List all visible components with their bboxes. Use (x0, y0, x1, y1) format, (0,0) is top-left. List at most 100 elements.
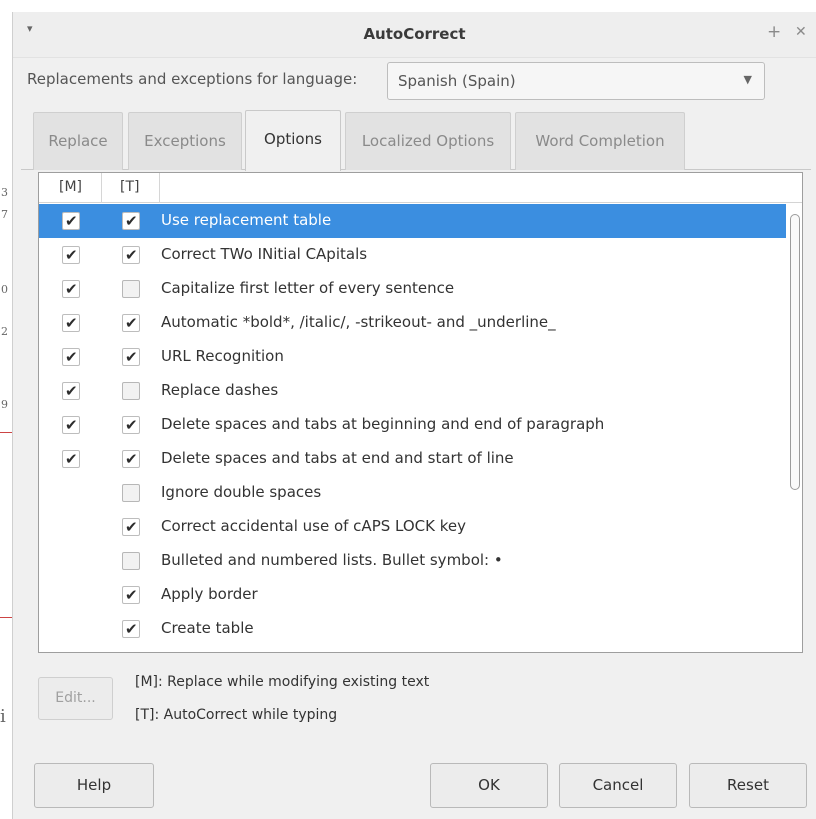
checkmark-icon: ✔ (125, 348, 138, 366)
language-select[interactable]: Spanish (Spain) ▼ (387, 62, 765, 100)
tab-localized-options[interactable]: Localized Options (345, 112, 511, 170)
background-mark: 2 (1, 325, 8, 338)
list-item[interactable]: Ignore double spaces (39, 476, 786, 510)
checkbox-m[interactable]: ✔ (62, 382, 80, 400)
checkbox-m[interactable]: ✔ (62, 212, 80, 230)
legend-t: [T]: AutoCorrect while typing (135, 707, 338, 723)
list-item-label: Delete spaces and tabs at beginning and … (161, 415, 605, 433)
list-item[interactable]: ✔ ✔ Delete spaces and tabs at beginning an… (39, 408, 786, 442)
column-header-m[interactable]: [M] (59, 179, 82, 195)
tab-word-completion[interactable]: Word Completion (515, 112, 685, 170)
checkmark-icon: ✔ (65, 212, 78, 230)
title-bar: ▾ AutoCorrect + ✕ (13, 12, 816, 58)
checkmark-icon: ✔ (65, 416, 78, 434)
list-header: [M] [T] (39, 173, 802, 203)
checkmark-icon: ✔ (125, 586, 138, 604)
checkbox-t[interactable]: ✔ (122, 314, 140, 332)
column-divider (101, 173, 102, 203)
list-item-label: Replace dashes (161, 381, 279, 399)
tab-exceptions[interactable]: Exceptions (128, 112, 242, 170)
checkmark-icon: ✔ (65, 314, 78, 332)
list-item-label: Capitalize first letter of every sentenc… (161, 279, 455, 297)
list-item-label: Ignore double spaces (161, 483, 322, 501)
legend-m: [M]: Replace while modifying existing te… (135, 674, 430, 690)
list-item[interactable]: ✔ ✔ Use replacement table (39, 204, 786, 238)
column-divider (159, 173, 160, 203)
list-item-label: Create table (161, 619, 254, 637)
checkbox-m[interactable]: ✔ (62, 314, 80, 332)
reset-button[interactable]: Reset (689, 763, 807, 808)
checkmark-icon: ✔ (125, 314, 138, 332)
checkbox-t[interactable]: ✔ (122, 348, 140, 366)
list-item-label: Bulleted and numbered lists. Bullet symb… (161, 551, 503, 569)
dropdown-arrow-icon: ▼ (743, 73, 752, 86)
checkbox-t[interactable]: ✔ (122, 620, 140, 638)
cancel-button[interactable]: Cancel (559, 763, 677, 808)
tab-replace[interactable]: Replace (33, 112, 123, 170)
checkmark-icon: ✔ (65, 382, 78, 400)
background-line (0, 617, 12, 618)
checkbox-t[interactable]: ✔ (122, 246, 140, 264)
checkbox-m[interactable]: ✔ (62, 416, 80, 434)
list-item-label: Correct TWo INitial CApitals (161, 245, 368, 263)
checkmark-icon: ✔ (65, 450, 78, 468)
list-item[interactable]: ✔ Capitalize first letter of every senten… (39, 272, 786, 306)
list-item-label: Use replacement table (161, 211, 332, 229)
list-item[interactable]: ✔ Apply border (39, 578, 786, 612)
list-item[interactable]: ✔ ✔ Automatic *bold*, /italic/, -strikeout… (39, 306, 786, 340)
list-item[interactable]: ✔ ✔ Correct TWo INitial CApitals (39, 238, 786, 272)
scrollbar-thumb[interactable] (790, 214, 800, 490)
checkmark-icon: ✔ (125, 212, 138, 230)
help-button[interactable]: Help (34, 763, 154, 808)
checkbox-t[interactable] (122, 552, 140, 570)
checkmark-icon: ✔ (65, 246, 78, 264)
checkmark-icon: ✔ (125, 518, 138, 536)
checkbox-t[interactable]: ✔ (122, 212, 140, 230)
checkbox-m[interactable]: ✔ (62, 280, 80, 298)
language-label: Replacements and exceptions for language… (27, 70, 358, 88)
checkbox-t[interactable] (122, 382, 140, 400)
checkmark-icon: ✔ (125, 450, 138, 468)
ok-button[interactable]: OK (430, 763, 548, 808)
checkbox-t[interactable] (122, 484, 140, 502)
vertical-scrollbar[interactable] (787, 204, 802, 652)
list-item[interactable]: ✔ Correct accidental use of cAPS LOCK key (39, 510, 786, 544)
close-icon[interactable]: ✕ (795, 24, 807, 40)
checkmark-icon: ✔ (65, 348, 78, 366)
background-mark: 3 (1, 186, 8, 199)
background-mark: 7 (1, 208, 8, 221)
checkbox-t[interactable]: ✔ (122, 450, 140, 468)
background-mark: i (0, 706, 6, 727)
list-item-label: URL Recognition (161, 347, 284, 365)
list-item[interactable]: ✔ ✔ Delete spaces and tabs at end and star… (39, 442, 786, 476)
language-selected-value: Spanish (Spain) (398, 72, 516, 90)
background-line (0, 432, 12, 433)
checkbox-t[interactable] (122, 280, 140, 298)
checkmark-icon: ✔ (125, 246, 138, 264)
checkbox-t[interactable]: ✔ (122, 416, 140, 434)
background-document: 3 7 0 2 9 i (0, 0, 12, 819)
list-item[interactable]: ✔ Replace dashes (39, 374, 786, 408)
list-item-label: Apply border (161, 585, 258, 603)
list-item[interactable]: ✔ ✔ URL Recognition (39, 340, 786, 374)
checkbox-m[interactable]: ✔ (62, 450, 80, 468)
checkbox-t[interactable]: ✔ (122, 586, 140, 604)
edit-button[interactable]: Edit... (38, 677, 113, 720)
list-item[interactable]: ✔ Create table (39, 612, 786, 646)
checkmark-icon: ✔ (125, 620, 138, 638)
autocorrect-dialog: ▾ AutoCorrect + ✕ Replacements and excep… (12, 12, 816, 819)
background-mark: 9 (1, 398, 8, 411)
checkmark-icon: ✔ (125, 416, 138, 434)
column-header-t[interactable]: [T] (120, 179, 139, 195)
list-item-label: Automatic *bold*, /italic/, -strikeout- … (161, 313, 556, 331)
checkbox-m[interactable]: ✔ (62, 246, 80, 264)
tab-options[interactable]: Options (245, 110, 341, 171)
pin-icon[interactable]: + (767, 22, 781, 42)
list-item[interactable]: Bulleted and numbered lists. Bullet symb… (39, 544, 786, 578)
list-item-label: Delete spaces and tabs at end and start … (161, 449, 514, 467)
checkbox-m[interactable]: ✔ (62, 348, 80, 366)
dialog-title: AutoCorrect (363, 25, 466, 43)
checkbox-t[interactable]: ✔ (122, 518, 140, 536)
checkmark-icon: ✔ (65, 280, 78, 298)
options-list: [M] [T] ✔ ✔ Use replacement table ✔ ✔ Correct… (38, 172, 803, 653)
